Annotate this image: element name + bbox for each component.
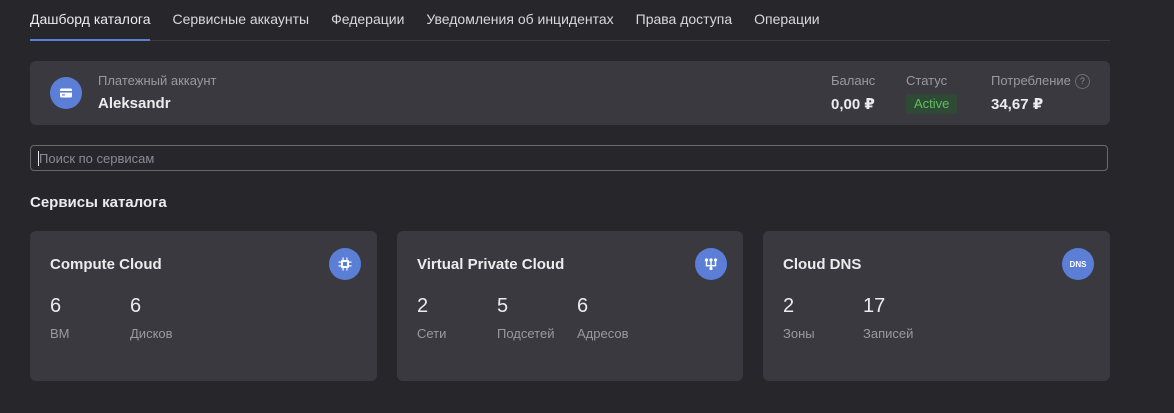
search-box (30, 145, 1108, 171)
billing-account-name[interactable]: Aleksandr (98, 95, 171, 112)
metric-value: 17 (863, 295, 886, 317)
metric-value: 6 (50, 295, 62, 317)
dns-icon: DNS (1062, 248, 1094, 280)
metric-label: Подсетей (497, 326, 555, 341)
service-card-compute-cloud[interactable]: Compute Cloud 6 ВМ 6 Дисков (30, 231, 377, 381)
credit-card-icon (50, 77, 82, 109)
balance-label: Баланс (831, 73, 876, 88)
metric-disks: 6 Дисков (130, 295, 173, 341)
consumption-label: Потребление (991, 73, 1071, 88)
service-card-cloud-dns[interactable]: Cloud DNS DNS 2 Зоны 17 Записей (763, 231, 1110, 381)
card-title: Compute Cloud (50, 256, 162, 273)
tab-service-accounts[interactable]: Сервисные аккаунты (172, 0, 309, 40)
metric-value: 2 (417, 295, 429, 317)
tab-operations[interactable]: Операции (754, 0, 820, 40)
help-icon[interactable]: ? (1074, 74, 1090, 89)
metric-label: Записей (863, 326, 914, 341)
metric-value: 6 (577, 295, 589, 317)
tab-access-rights[interactable]: Права доступа (636, 0, 732, 40)
service-card-vpc[interactable]: Virtual Private Cloud 2 Сети 5 Подсетей … (397, 231, 743, 381)
consumption-label-wrap: Потребление? (991, 73, 1090, 89)
network-icon (695, 248, 727, 280)
metric-vms: 6 ВМ (50, 295, 70, 341)
metric-value: 5 (497, 295, 509, 317)
text-caret (38, 151, 39, 166)
tab-bar: Дашборд каталога Сервисные аккаунты Феде… (30, 0, 1110, 41)
status-label: Статус (906, 73, 948, 88)
billing-account-panel[interactable]: Платежный аккаунт Aleksandr Баланс 0,00 … (30, 61, 1110, 125)
metric-value: 2 (783, 295, 795, 317)
card-title: Cloud DNS (783, 256, 862, 273)
card-title: Virtual Private Cloud (417, 256, 565, 273)
metric-networks: 2 Сети (417, 295, 446, 341)
metric-addresses: 6 Адресов (577, 295, 629, 341)
search-input[interactable] (31, 146, 1107, 170)
metric-zones: 2 Зоны (783, 295, 815, 341)
metric-records: 17 Записей (863, 295, 913, 341)
metric-label: ВМ (50, 326, 70, 341)
metric-label: Адресов (577, 326, 629, 341)
metric-subnets: 5 Подсетей (497, 295, 554, 341)
consumption-value: 34,67 ₽ (991, 96, 1044, 113)
metric-label: Сети (417, 326, 447, 341)
billing-account-label: Платежный аккаунт (98, 73, 217, 88)
tab-federations[interactable]: Федерации (331, 0, 404, 40)
chip-icon (329, 248, 361, 280)
metric-value: 6 (130, 295, 142, 317)
tab-catalog-dashboard[interactable]: Дашборд каталога (30, 0, 151, 41)
section-title: Сервисы каталога (30, 194, 167, 211)
status-badge: Active (906, 94, 958, 114)
tab-incident-notifications[interactable]: Уведомления об инцидентах (426, 0, 613, 40)
metric-label: Зоны (783, 326, 815, 341)
metric-label: Дисков (130, 326, 173, 341)
balance-value: 0,00 ₽ (831, 96, 875, 113)
